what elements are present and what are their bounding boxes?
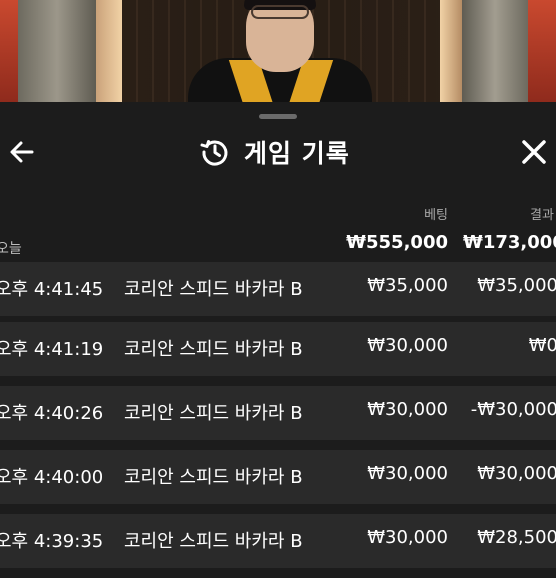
studio-pillar — [18, 0, 96, 104]
studio-pillar — [462, 0, 528, 104]
arrow-left-icon — [10, 141, 34, 163]
dealer-glasses — [251, 5, 309, 19]
row-time: 오후 4:39:35 — [0, 531, 104, 552]
row-game: 코리안 스피드 바카라 B — [124, 467, 303, 488]
row-bet: ₩30,000 — [367, 527, 448, 548]
back-button[interactable] — [2, 132, 42, 172]
row-result: -₩30,000 — [470, 399, 556, 420]
row-bet: ₩30,000 — [367, 463, 448, 484]
history-row[interactable]: 오후 4:40:00 코리안 스피드 바카라 B ₩30,000 ₩30,000 — [0, 450, 556, 504]
history-row[interactable]: 오후 4:39:35 코리안 스피드 바카라 B ₩30,000 ₩28,500 — [0, 514, 556, 568]
total-result: ₩173,000 — [463, 232, 556, 253]
row-time: 오후 4:41:45 — [0, 279, 104, 300]
history-row[interactable]: 오후 4:40:26 코리안 스피드 바카라 B ₩30,000 -₩30,00… — [0, 386, 556, 440]
close-button[interactable] — [514, 132, 554, 172]
row-game: 코리안 스피드 바카라 B — [124, 403, 303, 424]
row-bet: ₩35,000 — [367, 275, 448, 296]
row-time: 오후 4:40:26 — [0, 403, 104, 424]
row-result: ₩0 — [528, 335, 556, 356]
live-video-feed — [0, 0, 556, 104]
row-result: ₩30,000 — [477, 463, 556, 484]
history-row[interactable]: 오후 4:41:19 코리안 스피드 바카라 B ₩30,000 ₩0 — [0, 322, 556, 376]
row-bet: ₩30,000 — [367, 335, 448, 356]
page-title: 게임 기록 — [244, 139, 350, 168]
column-header-bet: 베팅 — [424, 208, 448, 223]
studio-pillar — [440, 0, 462, 104]
row-time: 오후 4:41:19 — [0, 339, 104, 360]
day-label: 오늘 — [0, 241, 22, 257]
row-game: 코리안 스피드 바카라 B — [124, 531, 303, 552]
row-time: 오후 4:40:00 — [0, 467, 104, 488]
studio-pillar — [96, 0, 122, 104]
total-bet: ₩555,000 — [346, 232, 448, 253]
row-game: 코리안 스피드 바카라 B — [124, 339, 303, 360]
close-icon — [522, 140, 546, 164]
row-result: ₩28,500 — [477, 527, 556, 548]
history-row[interactable]: 오후 4:41:45 코리안 스피드 바카라 B ₩35,000 ₩35,000 — [0, 262, 556, 316]
studio-pillar — [0, 0, 18, 104]
row-result: ₩35,000 — [477, 275, 556, 296]
row-game: 코리안 스피드 바카라 B — [124, 279, 303, 300]
history-icon — [200, 136, 232, 168]
column-header-result: 결과 — [530, 208, 554, 223]
drag-handle[interactable] — [259, 114, 297, 119]
page-title-group: 게임 기록 — [200, 132, 350, 172]
row-bet: ₩30,000 — [367, 399, 448, 420]
studio-pillar — [528, 0, 556, 104]
game-history-sheet: 게임 기록 베팅 결과 오늘 ₩555,000 ₩173,000 오후 4:41… — [0, 102, 556, 578]
